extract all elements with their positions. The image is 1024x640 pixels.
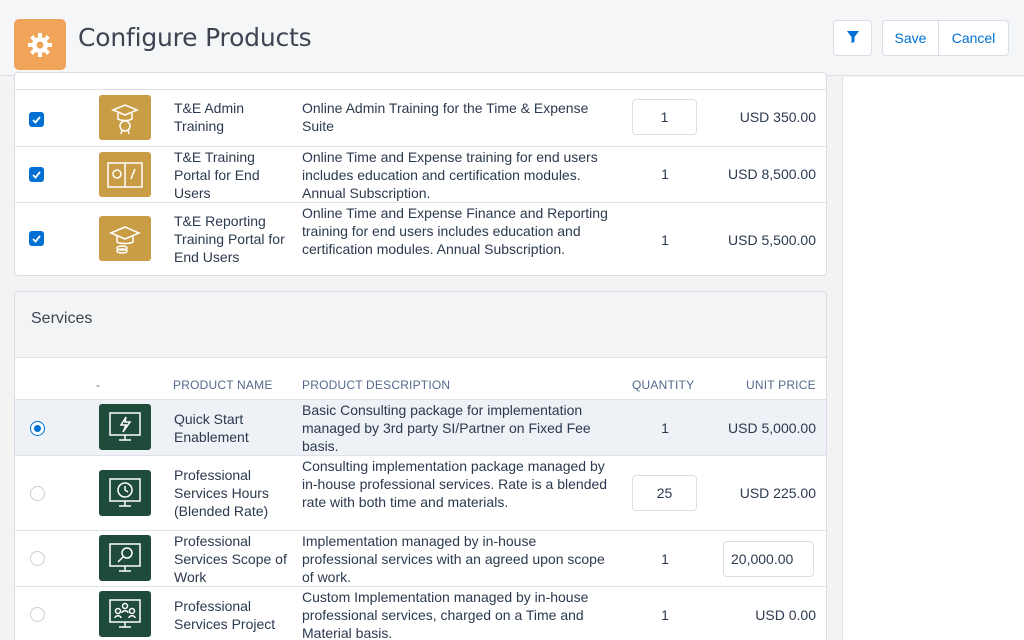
- row-radio[interactable]: [30, 421, 45, 436]
- training-products-card: T&E Admin Training Online Admin Training…: [14, 72, 827, 276]
- table-row: T&E Reporting Training Portal for End Us…: [15, 202, 826, 275]
- product-description: Consulting implementation package manage…: [302, 458, 608, 510]
- page-header: Configure Products Save Cancel: [0, 0, 1024, 76]
- product-description: Online Time and Expense training for end…: [302, 149, 598, 201]
- save-button[interactable]: Save: [882, 20, 939, 56]
- product-description: Implementation managed by in-house profe…: [302, 533, 605, 585]
- training-portal-icon: [99, 152, 151, 197]
- services-card: Services - PRODUCT NAME PRODUCT DESCRIPT…: [14, 291, 827, 640]
- unit-price: USD 5,000.00: [728, 420, 816, 436]
- unit-price: USD 5,500.00: [728, 232, 816, 248]
- table-row: Professional Services Hours (Blended Rat…: [15, 455, 826, 530]
- product-name: T&E Reporting Training Portal for End Us…: [174, 213, 285, 265]
- row-radio[interactable]: [30, 551, 45, 566]
- unit-price: USD 350.00: [739, 109, 816, 125]
- quantity-value: 1: [661, 551, 669, 567]
- product-name: T&E Training Portal for End Users: [174, 149, 260, 201]
- table-row: Professional Services Scope of Work Impl…: [15, 530, 826, 586]
- monitor-lightning-icon: [99, 404, 151, 450]
- section-title: Services: [31, 310, 93, 327]
- unit-price: USD 225.00: [739, 485, 816, 501]
- row-radio[interactable]: [30, 486, 45, 501]
- product-description: Online Admin Training for the Time & Exp…: [302, 100, 589, 134]
- section-header: Services: [15, 292, 826, 358]
- product-name: T&E Admin Training: [174, 100, 245, 134]
- table-row: Professional Services Project Custom Imp…: [15, 586, 826, 640]
- column-header-quantity[interactable]: QUANTITY: [632, 378, 694, 392]
- column-header-icon: -: [96, 378, 101, 392]
- row-radio[interactable]: [30, 607, 45, 622]
- table-row: T&E Admin Training Online Admin Training…: [15, 89, 826, 146]
- graduation-cap-icon: [99, 216, 151, 261]
- product-description: Basic Consulting package for implementat…: [302, 402, 591, 454]
- training-certificate-icon: [99, 95, 151, 140]
- monitor-search-icon: [99, 535, 151, 581]
- gear-icon: [14, 19, 66, 70]
- unit-price: USD 0.00: [755, 607, 816, 623]
- table-row: T&E Training Portal for End Users Online…: [15, 146, 826, 202]
- column-header-name[interactable]: PRODUCT NAME: [173, 378, 273, 392]
- row-checkbox[interactable]: [29, 231, 44, 246]
- filter-icon: [846, 30, 860, 47]
- product-name: Quick Start Enablement: [174, 411, 249, 445]
- product-description: Custom Implementation managed by in-hous…: [302, 589, 589, 640]
- column-header-unit-price[interactable]: UNIT PRICE: [746, 378, 816, 392]
- row-checkbox[interactable]: [29, 167, 44, 182]
- product-name: Professional Services Scope of Work: [174, 533, 287, 585]
- cancel-button[interactable]: Cancel: [938, 20, 1009, 56]
- filter-button[interactable]: [833, 20, 872, 56]
- right-side-panel: [842, 77, 1024, 640]
- monitor-clock-icon: [99, 470, 151, 516]
- unit-price-input[interactable]: 20,000.00: [723, 541, 814, 577]
- product-name: Professional Services Project: [174, 598, 276, 632]
- page-title: Configure Products: [78, 23, 312, 52]
- table-row: Quick Start Enablement Basic Consulting …: [15, 399, 826, 455]
- product-description: Online Time and Expense Finance and Repo…: [302, 205, 608, 257]
- product-name: Professional Services Hours (Blended Rat…: [174, 467, 269, 519]
- row-checkbox[interactable]: [29, 112, 44, 127]
- monitor-team-icon: [99, 591, 151, 637]
- unit-price: USD 8,500.00: [728, 166, 816, 182]
- column-header-description[interactable]: PRODUCT DESCRIPTION: [302, 378, 450, 392]
